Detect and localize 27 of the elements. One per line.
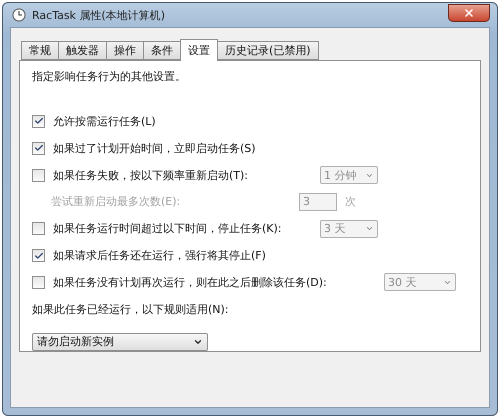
window-title: RacTask 属性(本地计算机)	[32, 8, 166, 22]
checkbox[interactable]	[32, 114, 45, 128]
rule-dropdown[interactable]: 请勿启动新实例	[32, 332, 208, 352]
tab[interactable]: 触发器	[58, 41, 107, 60]
tab[interactable]: 常规	[21, 41, 59, 60]
checkbox-label: 允许按需运行任务(L)	[53, 114, 156, 129]
checkbox-label: 如果任务没有计划再次运行，则在此之后删除该任务(D):	[53, 274, 328, 290]
close-icon	[463, 6, 475, 18]
checkbox-label: 如果请求后任务还在运行，强行将其停止(F)	[53, 248, 266, 264]
tab[interactable]: 条件	[143, 41, 181, 60]
checkbox[interactable]	[32, 222, 45, 236]
tab[interactable]: 设置	[180, 39, 218, 61]
checkbox-label: 如果过了计划开始时间，立即启动任务(S)	[53, 140, 256, 156]
tab[interactable]: 历史记录(已禁用)	[217, 41, 319, 60]
close-button[interactable]	[448, 4, 490, 22]
checkbox[interactable]	[32, 276, 45, 289]
unit-label: 次	[345, 194, 356, 210]
checkbox[interactable]	[32, 142, 45, 155]
rule-label: 如果此任务已经运行，以下规则适用(N):	[32, 302, 230, 317]
checkbox[interactable]	[32, 249, 45, 262]
checkbox[interactable]	[32, 168, 45, 182]
description-text: 指定影响任务行为的其他设置。	[32, 69, 187, 84]
tab[interactable]: 操作	[106, 41, 144, 60]
checkbox-label: 如果任务运行时间超过以下时间，停止任务(K):	[53, 221, 283, 236]
field-label: 尝试重新启动最多次数(E):	[51, 194, 182, 210]
clock-icon	[12, 8, 26, 22]
checkbox-label: 如果任务失败，按以下频率重新启动(T):	[53, 168, 250, 183]
